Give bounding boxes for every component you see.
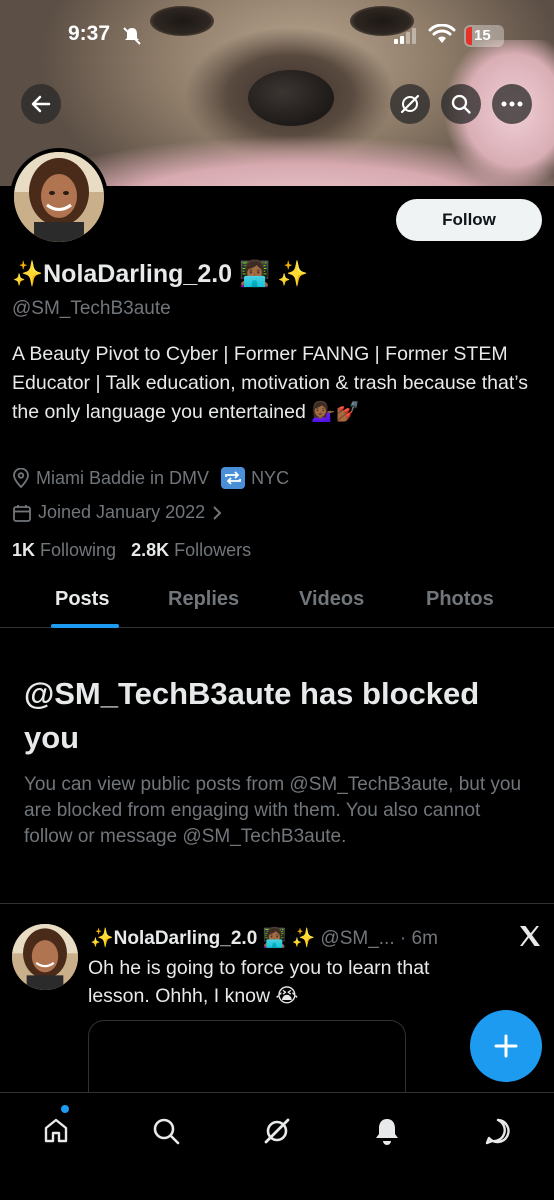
tab-photos[interactable]: Photos xyxy=(426,588,494,611)
grok-icon xyxy=(400,94,420,114)
wifi-icon xyxy=(428,24,456,43)
profile-handle: @SM_TechB3aute xyxy=(12,298,171,319)
bell-icon xyxy=(376,1119,398,1145)
compose-post-button[interactable] xyxy=(470,1010,542,1082)
blocked-message: You can view public posts from @SM_TechB… xyxy=(24,774,522,847)
avatar-image xyxy=(14,152,104,242)
post-avatar[interactable] xyxy=(12,924,78,990)
nav-grok[interactable] xyxy=(257,1111,297,1151)
joined-text: Joined January 2022 xyxy=(38,502,206,522)
status-time: 9:37 xyxy=(68,22,111,45)
status-bar: 9:37 15 xyxy=(0,0,554,76)
following-label: Following xyxy=(40,540,117,560)
post-header: ✨NolaDarling_2.0 👩🏾‍💻 ✨ @SM_... · 6m xyxy=(90,926,438,950)
tab-videos[interactable]: Videos xyxy=(299,588,364,611)
followers-label: Followers xyxy=(174,540,252,560)
arrow-left-icon xyxy=(31,95,51,113)
chevron-right-icon xyxy=(213,505,222,520)
tab-replies[interactable]: Replies xyxy=(168,588,239,611)
more-options-button[interactable] xyxy=(492,84,532,124)
home-icon xyxy=(44,1118,68,1143)
cellular-signal-icon xyxy=(394,28,416,44)
profile-location: Miami Baddie in DMV NYC xyxy=(12,467,289,489)
location-text-b: NYC xyxy=(251,467,290,488)
divider xyxy=(0,903,554,904)
home-notification-dot xyxy=(61,1105,69,1113)
battery-level: 15 xyxy=(474,27,491,44)
post-text: Oh he is going to force you to learn tha… xyxy=(88,957,430,1007)
active-tab-indicator xyxy=(51,624,119,628)
follow-button[interactable]: Follow xyxy=(396,199,542,241)
search-icon xyxy=(451,94,471,114)
location-pin-icon xyxy=(13,468,29,488)
calendar-icon xyxy=(13,504,31,522)
message-icon xyxy=(485,1118,510,1145)
nav-home[interactable] xyxy=(36,1111,76,1151)
bottom-navigation xyxy=(0,1092,554,1200)
grok-button[interactable] xyxy=(390,84,430,124)
nav-messages[interactable] xyxy=(478,1111,518,1151)
blocked-title: @SM_TechB3aute has blocked you xyxy=(24,676,480,755)
profile-avatar[interactable] xyxy=(10,148,108,246)
nav-notifications[interactable] xyxy=(367,1111,407,1151)
x-logo-icon xyxy=(518,924,542,955)
tab-posts[interactable]: Posts xyxy=(55,588,109,611)
followers-count: 2.8K xyxy=(131,540,170,560)
following-count: 1K xyxy=(12,540,36,560)
post-time: · 6m xyxy=(399,928,438,949)
post-handle: @SM_... xyxy=(320,928,395,949)
followers-link[interactable]: 2.8K Followers xyxy=(131,540,251,560)
more-horizontal-icon xyxy=(501,101,523,107)
back-button[interactable] xyxy=(21,84,61,124)
search-icon xyxy=(153,1118,180,1145)
avatar-image xyxy=(12,924,78,990)
plus-icon xyxy=(494,1034,518,1058)
profile-display-name: ✨NolaDarling_2.0 👩🏾‍💻 ✨ xyxy=(12,260,309,288)
nav-search[interactable] xyxy=(146,1111,186,1151)
profile-joined[interactable]: Joined January 2022 xyxy=(12,502,223,523)
bell-mute-icon xyxy=(123,27,141,45)
profile-tabs: Posts Replies Videos Photos xyxy=(0,580,554,628)
post-author[interactable]: ✨NolaDarling_2.0 👩🏾‍💻 ✨ xyxy=(90,928,315,949)
follow-counts: 1K Following 2.8K Followers xyxy=(12,540,251,561)
profile-bio: A Beauty Pivot to Cyber | Former FANNG |… xyxy=(12,343,528,423)
location-text-a: Miami Baddie in DMV xyxy=(36,467,210,488)
following-link[interactable]: 1K Following xyxy=(12,540,116,560)
search-button[interactable] xyxy=(441,84,481,124)
repeat-emoji-icon xyxy=(221,467,246,489)
grok-icon xyxy=(264,1118,290,1144)
battery-indicator: 15 xyxy=(464,25,504,47)
